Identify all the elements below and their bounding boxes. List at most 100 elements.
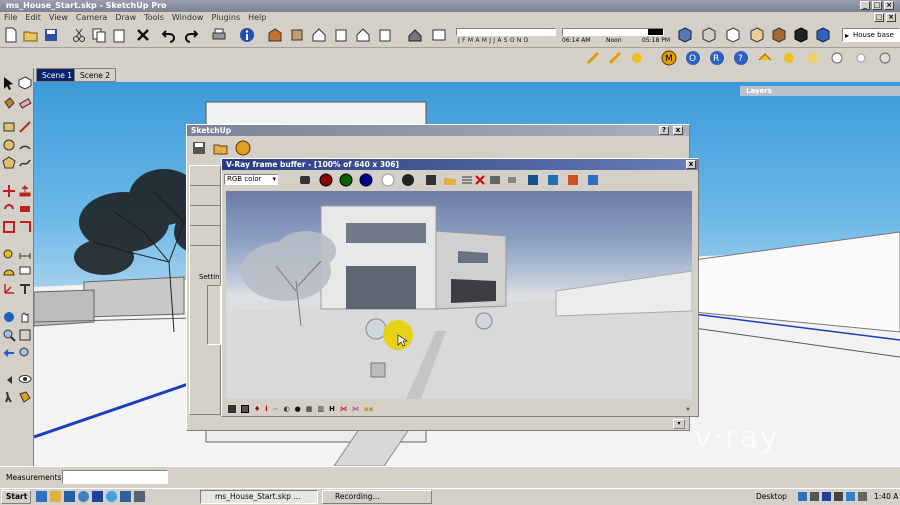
new-file-button[interactable] [2, 26, 20, 44]
vray-dome-light-icon[interactable] [804, 49, 822, 67]
print-button[interactable] [210, 26, 228, 44]
line-tool-icon[interactable] [18, 120, 32, 134]
walk-tool-icon[interactable] [2, 390, 16, 404]
pan-tool-icon[interactable] [18, 310, 32, 324]
vfb-render-image[interactable] [226, 191, 692, 399]
paste-button[interactable] [110, 26, 128, 44]
tray-icon-5[interactable] [846, 492, 855, 501]
xray-style-icon[interactable] [676, 26, 694, 44]
redo-icon[interactable] [182, 26, 200, 44]
follow-me-tool-icon[interactable] [18, 202, 32, 216]
erase-button[interactable] [134, 26, 152, 44]
position-camera-icon[interactable] [2, 372, 16, 386]
menu-view[interactable]: View [45, 12, 72, 24]
close-button[interactable]: × [884, 1, 894, 10]
maximize-button[interactable]: □ [872, 1, 882, 10]
quicklaunch-app2-icon[interactable] [78, 491, 89, 502]
vfb-info-icon[interactable]: i [265, 405, 267, 413]
rotate-tool-icon[interactable] [2, 202, 16, 216]
doc-restore-button[interactable]: □ [874, 13, 884, 22]
menu-draw[interactable]: Draw [111, 12, 140, 24]
vfb-compare-icon[interactable]: ⋈ [340, 405, 347, 413]
iso-view-icon[interactable] [266, 26, 284, 44]
vray-ies-icon[interactable] [628, 49, 646, 67]
tray-icon-2[interactable] [810, 492, 819, 501]
top-view-icon[interactable] [288, 26, 306, 44]
vfb-display-icon[interactable] [228, 405, 236, 413]
layers-panel-title[interactable]: Layers [740, 86, 900, 96]
menu-help[interactable]: Help [244, 12, 270, 24]
sketchup-dialog-close-button[interactable]: x [673, 126, 683, 135]
minimize-button[interactable]: _ [860, 1, 870, 10]
vfb-lens-icon[interactable]: ⋈ [352, 405, 359, 413]
vray-sun-icon[interactable] [852, 49, 870, 67]
quicklaunch-app6-icon[interactable] [134, 491, 145, 502]
save-file-button[interactable] [42, 26, 60, 44]
menu-window[interactable]: Window [168, 12, 208, 24]
vray-options-icon[interactable]: O [684, 49, 702, 67]
vray-material-editor-icon[interactable]: M [660, 49, 678, 67]
vray-omni-light-icon[interactable] [756, 49, 774, 67]
back-view-icon[interactable] [354, 26, 372, 44]
scene-tab-1[interactable]: Scene 1 [36, 68, 79, 82]
eraser-tool-icon[interactable] [18, 96, 32, 110]
right-view-icon[interactable] [332, 26, 350, 44]
vfb-grid-icon[interactable]: ▥ [317, 405, 324, 413]
offset-tool-icon[interactable] [18, 220, 32, 234]
quicklaunch-ie-icon[interactable] [36, 491, 47, 502]
quicklaunch-app1-icon[interactable] [64, 491, 75, 502]
3d-text-tool-icon[interactable] [18, 282, 32, 296]
vray-spot-icon[interactable] [606, 49, 624, 67]
wireframe-style-icon[interactable] [700, 26, 718, 44]
dialog-default-icon[interactable] [235, 140, 253, 156]
front-view-icon[interactable] [310, 26, 328, 44]
undo-icon[interactable] [160, 26, 178, 44]
axes-tool-icon[interactable] [2, 282, 16, 296]
tray-icon-4[interactable] [834, 492, 843, 501]
desktop-toolbar-label[interactable]: Desktop [756, 492, 787, 501]
zoom-extents-icon[interactable] [18, 346, 32, 360]
shadows-toggle-icon[interactable] [406, 26, 424, 44]
circle-tool-icon[interactable] [2, 138, 16, 152]
tray-icon-6[interactable] [858, 492, 867, 501]
section-plane-icon[interactable] [18, 390, 32, 404]
menu-tools[interactable]: Tools [140, 12, 168, 24]
dialog-save-icon[interactable] [191, 140, 209, 156]
vfb-exposure-icon[interactable]: ● [295, 405, 301, 413]
freehand-tool-icon[interactable] [18, 156, 32, 170]
shadow-time-slider[interactable] [562, 28, 664, 36]
shaded-style-icon[interactable] [748, 26, 766, 44]
vfb-level-icon[interactable]: ∼ [273, 405, 279, 413]
vray-infinite-plane-icon[interactable] [876, 49, 894, 67]
vfb-stamp-icon[interactable]: ♦ [254, 405, 260, 413]
open-file-button[interactable] [22, 26, 40, 44]
push-pull-tool-icon[interactable] [18, 184, 32, 198]
start-button[interactable]: Start [1, 490, 31, 504]
quicklaunch-folder-icon[interactable] [50, 491, 61, 502]
xray-toggle-icon[interactable] [814, 26, 832, 44]
menu-file[interactable]: File [0, 12, 21, 24]
quicklaunch-app5-icon[interactable] [120, 491, 131, 502]
shadow-settings-icon[interactable] [430, 26, 448, 44]
tray-icon-1[interactable] [798, 492, 807, 501]
model-info-icon[interactable] [238, 26, 256, 44]
menu-camera[interactable]: Camera [72, 12, 111, 24]
zoom-tool-icon[interactable] [2, 328, 16, 342]
vfb-curve-icon[interactable]: ◐ [284, 405, 290, 413]
shadow-month-slider[interactable] [456, 28, 556, 36]
orbit-tool-icon[interactable] [2, 310, 16, 324]
quicklaunch-app4-icon[interactable] [106, 491, 117, 502]
zoom-window-tool-icon[interactable] [18, 328, 32, 342]
taskbar-item-sketchup[interactable]: ms_House_Start.skp ... [200, 490, 318, 504]
tray-icon-3[interactable] [822, 492, 831, 501]
measurements-input[interactable] [62, 470, 168, 484]
scale-tool-icon[interactable] [2, 220, 16, 234]
arc-tool-icon[interactable] [18, 138, 32, 152]
vray-help-icon[interactable]: ? [732, 49, 750, 67]
look-around-icon[interactable] [18, 372, 32, 386]
vfb-close-button[interactable]: x [686, 160, 696, 169]
vfb-lut-icon[interactable]: ▦ [306, 405, 313, 413]
copy-button[interactable] [90, 26, 108, 44]
vfb-history-icon[interactable]: H [329, 405, 335, 413]
cut-button[interactable] [70, 26, 88, 44]
